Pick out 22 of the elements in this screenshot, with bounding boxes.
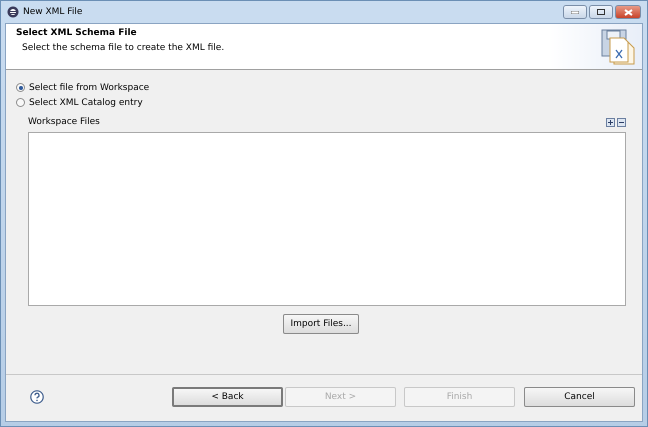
radio-button[interactable]: Select file from Workspace [16, 80, 150, 95]
close-button[interactable] [615, 5, 641, 19]
expand-all-icon[interactable] [606, 118, 615, 126]
collapse-all-icon[interactable] [617, 118, 626, 126]
floppy-document-icon [600, 28, 636, 66]
page-description: Select the schema file to create the XML file. [21, 43, 226, 53]
help-icon[interactable] [30, 390, 44, 404]
minimize-icon [571, 10, 579, 14]
cancel-button[interactable]: Cancel [524, 387, 635, 407]
close-icon [624, 8, 632, 16]
workspace-files-label: Workspace Files [28, 117, 101, 127]
maximize-icon [597, 9, 605, 15]
back-button[interactable]: < Back [172, 387, 283, 407]
radio-indicator[interactable] [16, 83, 25, 92]
radio-indicator[interactable] [16, 98, 25, 107]
radio-button[interactable]: Select XML Catalog entry [16, 95, 143, 110]
window-title: New XML File [23, 7, 84, 17]
import-files-button[interactable]: Import Files... [283, 314, 359, 334]
page-title: Select XML Schema File [16, 28, 138, 38]
minimize-button[interactable] [563, 5, 587, 19]
app-icon [7, 6, 19, 18]
maximize-button[interactable] [589, 5, 613, 19]
